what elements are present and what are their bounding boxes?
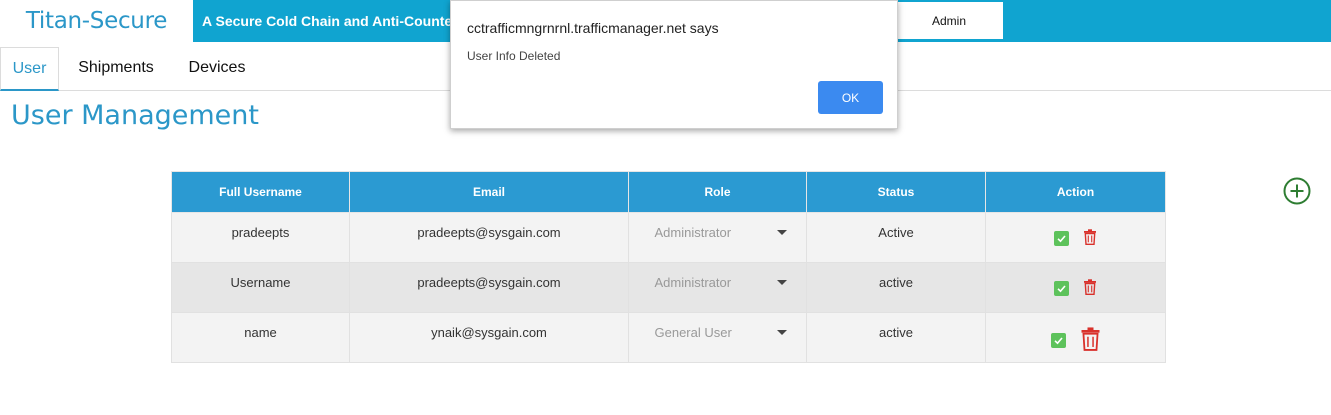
table-header-row: Full Username Email Role Status Action: [171, 171, 1166, 213]
caret-down-icon: [776, 230, 787, 235]
page-title: User Management: [11, 100, 259, 131]
admin-menu[interactable]: Admin: [895, 2, 1003, 40]
dialog-title: cctrafficmngrnrnl.trafficmanager.net say…: [467, 20, 719, 36]
check-icon[interactable]: [1054, 281, 1069, 296]
brand-logo[interactable]: Titan-Secure: [0, 0, 193, 42]
trash-icon[interactable]: [1083, 229, 1097, 248]
role-cell: General User: [628, 312, 807, 363]
action-cell: [985, 312, 1166, 363]
action-cell: [985, 212, 1166, 263]
table-row: name ynaik@sysgain.com General User acti…: [171, 312, 1166, 363]
plus-circle-icon: [1283, 177, 1311, 205]
username-cell: pradeepts: [171, 212, 350, 263]
alert-dialog: cctrafficmngrnrnl.trafficmanager.net say…: [450, 0, 898, 129]
email-cell: ynaik@sysgain.com: [349, 312, 629, 363]
column-header-email: Email: [349, 171, 629, 213]
check-icon[interactable]: [1050, 333, 1066, 348]
ok-button[interactable]: OK: [818, 81, 883, 114]
column-header-action: Action: [985, 171, 1166, 213]
column-header-status: Status: [806, 171, 986, 213]
email-cell: pradeepts@sysgain.com: [349, 212, 629, 263]
status-cell: active: [806, 262, 986, 313]
role-select[interactable]: Administrator: [641, 225, 795, 240]
users-table: Full Username Email Role Status Action p…: [171, 171, 1166, 363]
role-cell: Administrator: [628, 212, 807, 263]
email-cell: pradeepts@sysgain.com: [349, 262, 629, 313]
username-cell: Username: [171, 262, 350, 313]
tab-devices[interactable]: Devices: [178, 47, 256, 89]
check-icon[interactable]: [1054, 231, 1069, 246]
tab-shipments[interactable]: Shipments: [66, 47, 166, 89]
username-cell: name: [171, 312, 350, 363]
dialog-message: User Info Deleted: [467, 49, 561, 63]
table-row: Username pradeepts@sysgain.com Administr…: [171, 262, 1166, 313]
column-header-full-username: Full Username: [171, 171, 350, 213]
column-header-role: Role: [628, 171, 807, 213]
status-cell: active: [806, 312, 986, 363]
trash-icon[interactable]: [1083, 279, 1097, 298]
tagline: A Secure Cold Chain and Anti-Counterfeit: [202, 13, 479, 29]
caret-down-icon: [776, 280, 787, 285]
trash-icon[interactable]: [1080, 327, 1101, 354]
add-user-button[interactable]: [1283, 177, 1311, 205]
tab-user[interactable]: User: [0, 47, 59, 91]
role-cell: Administrator: [628, 262, 807, 313]
action-cell: [985, 262, 1166, 313]
status-cell: Active: [806, 212, 986, 263]
role-value: General User: [654, 325, 732, 340]
table-row: pradeepts pradeepts@sysgain.com Administ…: [171, 212, 1166, 263]
caret-down-icon: [776, 330, 787, 335]
admin-menu-underline: [895, 39, 1003, 42]
role-select[interactable]: General User: [641, 325, 795, 340]
role-value: Administrator: [654, 275, 732, 290]
role-value: Administrator: [654, 225, 732, 240]
role-select[interactable]: Administrator: [641, 275, 795, 290]
